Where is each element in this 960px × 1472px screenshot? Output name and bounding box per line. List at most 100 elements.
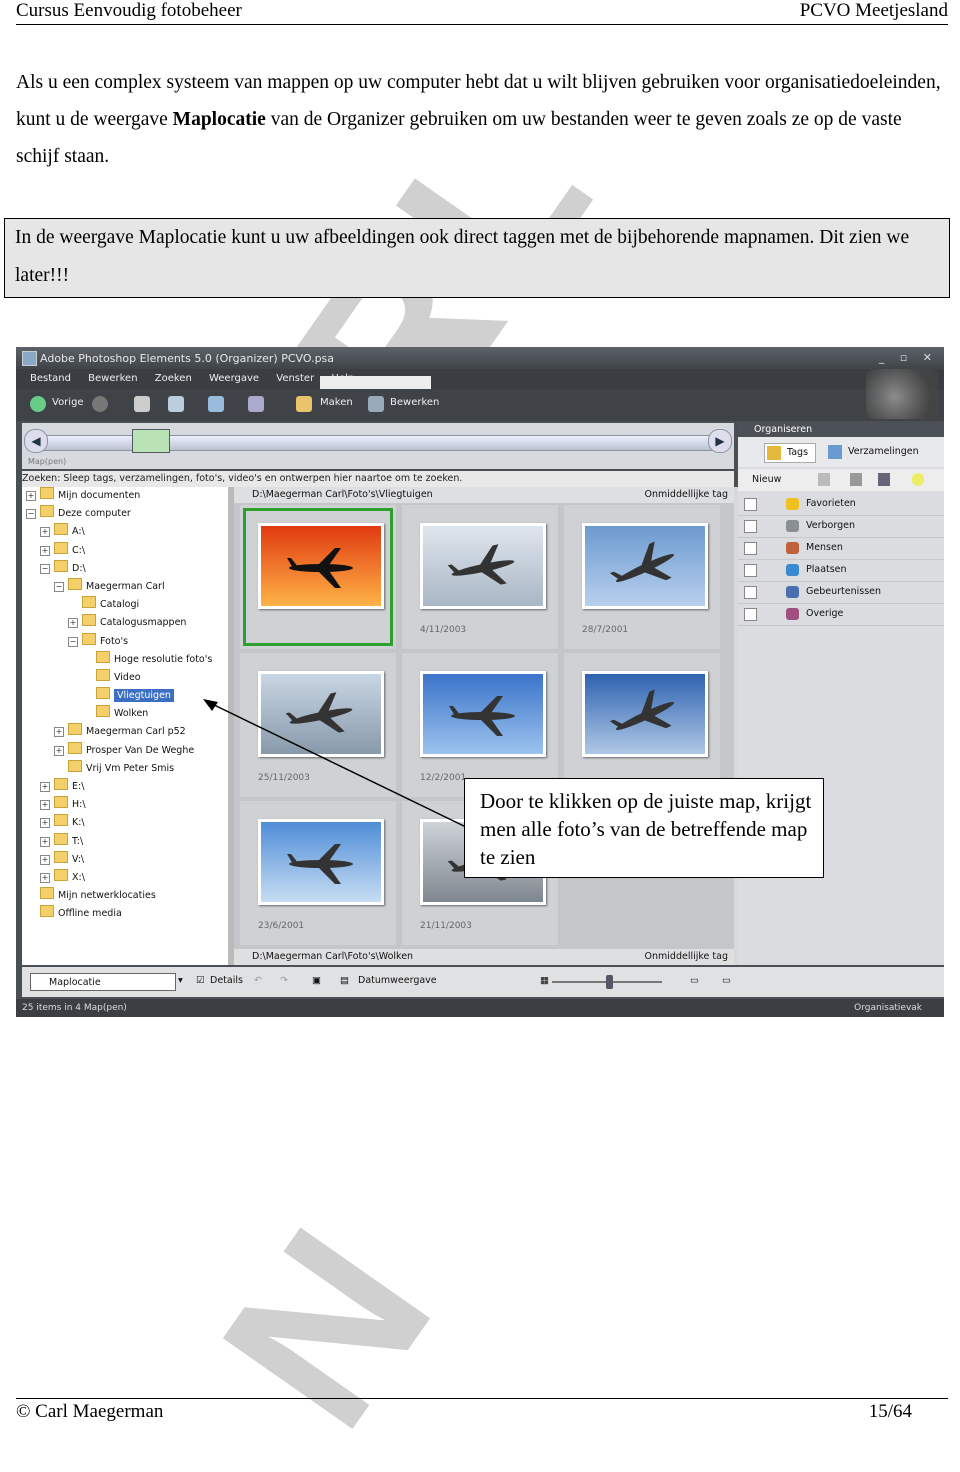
tree-item[interactable]: + C:\ [22, 541, 228, 560]
timeline-right-icon[interactable]: ▶ [708, 429, 732, 453]
find-faces-icon[interactable] [878, 473, 890, 486]
tree-item[interactable]: − Deze computer [22, 505, 228, 523]
slideshow-icon[interactable]: ▭ [722, 975, 731, 986]
window-controls[interactable]: _ ▫ ✕ [879, 351, 938, 364]
expand-icon[interactable]: + [40, 782, 50, 792]
details-checkbox[interactable]: ☑ [196, 975, 205, 986]
tree-item[interactable]: Vliegtuigen [22, 687, 228, 705]
menu-item[interactable]: Bestand [30, 373, 71, 384]
tag-checkbox[interactable] [744, 564, 757, 577]
menu-item[interactable]: Weergave [209, 373, 259, 384]
help-search-input[interactable]: Typ een vraag voor Help [320, 376, 431, 402]
tree-item[interactable]: Catalogi [22, 596, 228, 614]
tree-item[interactable]: − Foto's [22, 632, 228, 651]
search-drop-hint[interactable]: Zoeken: Sleep tags, verzamelingen, foto'… [22, 471, 734, 487]
expand-icon[interactable]: + [54, 727, 64, 738]
tag-checkbox[interactable] [744, 542, 757, 555]
instant-tag-button[interactable]: Onmiddellijke tag [645, 487, 728, 503]
organize-header[interactable]: Organiseren [738, 423, 944, 437]
timeline-left-icon[interactable]: ◀ [24, 429, 48, 453]
expand-icon[interactable]: + [68, 618, 78, 629]
slider-knob[interactable] [606, 975, 613, 989]
expand-icon[interactable]: + [40, 854, 50, 865]
menu-item[interactable]: Zoeken [155, 373, 192, 384]
photo-thumbnail[interactable]: 28/7/2001 [564, 505, 720, 649]
expand-icon[interactable]: + [40, 527, 50, 538]
create-icon[interactable] [296, 396, 312, 412]
compare-icon[interactable]: ▣ [312, 975, 321, 986]
expand-icon[interactable]: + [40, 836, 50, 847]
photo-thumbnail[interactable] [240, 505, 396, 649]
tag-category[interactable]: Plaatsen [738, 559, 944, 582]
date-view-icon[interactable]: ▤ [340, 975, 349, 986]
expand-icon[interactable]: + [40, 818, 50, 829]
tag-category[interactable]: Gebeurtenissen [738, 581, 944, 604]
menu-item[interactable]: Venster [276, 373, 314, 384]
date-view-button[interactable]: Datumweergave [358, 975, 437, 986]
rotate-right-icon[interactable]: ↷ [280, 975, 288, 986]
create-button[interactable]: Maken [320, 397, 353, 408]
tag-checkbox[interactable] [744, 586, 757, 599]
tree-item[interactable]: + H:\ [22, 796, 228, 814]
tree-item[interactable]: Hoge resolutie foto's [22, 650, 228, 669]
view-select[interactable]: Maplocatie [30, 973, 176, 991]
order-prints-icon[interactable] [208, 396, 224, 412]
tree-item[interactable]: Mijn netwerklocaties [22, 887, 228, 905]
delete-icon[interactable] [818, 473, 830, 486]
tag-checkbox[interactable] [744, 608, 757, 621]
tag-category[interactable]: Overige [738, 603, 944, 626]
tree-item[interactable]: − D:\ [22, 559, 228, 578]
tree-item[interactable]: Offline media [22, 905, 228, 923]
tree-item[interactable]: + Maegerman Carl p52 [22, 723, 228, 741]
photo-thumbnail[interactable] [564, 653, 720, 797]
grid-size-small-icon[interactable]: ▦ [540, 975, 549, 986]
back-arrow-icon[interactable] [30, 396, 46, 412]
instant-tag-button[interactable]: Onmiddellijke tag [645, 949, 728, 965]
new-tag-button[interactable]: Nieuw [752, 474, 781, 485]
edit-icon[interactable] [368, 396, 384, 412]
organize-bin-toggle[interactable]: Organisatievak [854, 999, 922, 1017]
tree-item[interactable]: + Mijn documenten [22, 487, 228, 505]
expand-icon[interactable]: + [26, 491, 36, 501]
edit-tag-icon[interactable] [850, 473, 862, 486]
expand-icon[interactable]: + [40, 545, 50, 556]
photo-thumbnail[interactable]: 12/2/2001 [402, 653, 558, 797]
collapse-icon[interactable]: − [68, 636, 78, 647]
tree-item[interactable]: + E:\ [22, 778, 228, 796]
tab-tags[interactable]: Tags [764, 443, 816, 463]
tag-checkbox[interactable] [744, 520, 757, 533]
tag-category[interactable]: Favorieten [738, 493, 944, 516]
rotate-left-icon[interactable]: ↶ [254, 975, 262, 986]
photo-share-icon[interactable] [168, 396, 184, 412]
tree-item[interactable]: + Catalogusmappen [22, 614, 228, 632]
photo-thumbnail[interactable]: 25/11/2003 [240, 653, 396, 797]
email-icon[interactable] [248, 396, 264, 412]
expand-icon[interactable]: + [54, 745, 64, 756]
photo-thumbnail[interactable]: 4/11/2003 [402, 505, 558, 649]
back-button[interactable]: Vorige [52, 397, 84, 408]
collapse-icon[interactable]: − [26, 509, 36, 520]
edit-button[interactable]: Bewerken [390, 397, 439, 408]
tree-item[interactable]: + Prosper Van De Weghe [22, 741, 228, 760]
lightbulb-icon[interactable] [912, 473, 924, 486]
tree-item[interactable]: + X:\ [22, 868, 228, 887]
tree-item[interactable]: Vrij Vm Peter Smis [22, 759, 228, 778]
tree-item[interactable]: + V:\ [22, 850, 228, 869]
tab-collections[interactable]: Verzamelingen [826, 443, 919, 461]
print-icon[interactable] [134, 396, 150, 412]
collapse-icon[interactable]: − [54, 581, 64, 592]
tree-item[interactable]: Wolken [22, 705, 228, 723]
tree-item[interactable]: + K:\ [22, 814, 228, 832]
tree-item[interactable]: + T:\ [22, 832, 228, 851]
photo-thumbnail[interactable]: 23/6/2001 [240, 801, 396, 945]
forward-arrow-icon[interactable] [92, 396, 108, 412]
dropdown-arrow-icon[interactable]: ▾ [178, 975, 183, 986]
tag-checkbox[interactable] [744, 498, 757, 511]
timeline-selection[interactable] [132, 429, 170, 453]
tree-item[interactable]: − Maegerman Carl [22, 577, 228, 596]
tag-category[interactable]: Mensen [738, 537, 944, 560]
menu-item[interactable]: Bewerken [88, 373, 137, 384]
expand-icon[interactable]: + [40, 872, 50, 883]
expand-icon[interactable]: + [40, 800, 50, 811]
tree-item[interactable]: + A:\ [22, 523, 228, 541]
